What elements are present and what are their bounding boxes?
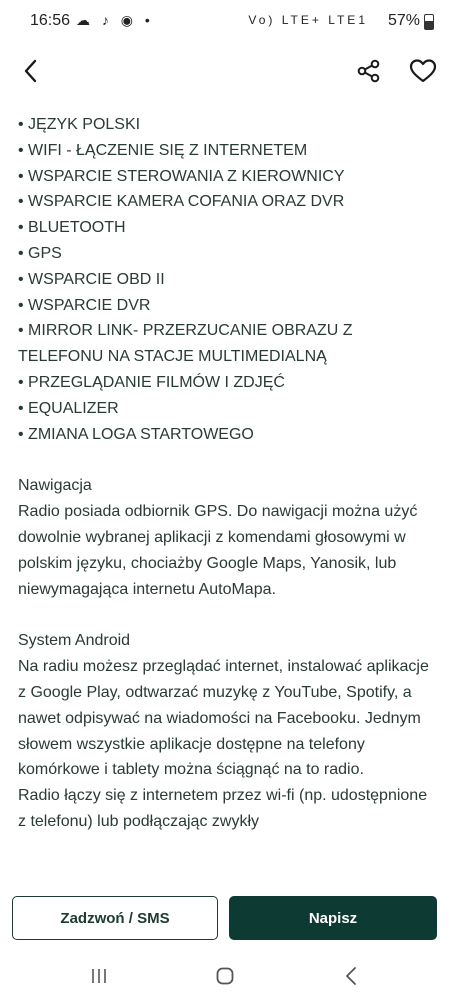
list-item: JĘZYK POLSKI	[18, 112, 438, 138]
battery-percentage: 57%	[387, 12, 420, 29]
system-back-button[interactable]	[336, 964, 366, 988]
share-button[interactable]	[352, 54, 386, 88]
system-navigation-bar	[0, 950, 450, 1000]
list-item: WSPARCIE KAMERA COFANIA ORAZ DVR	[18, 189, 438, 215]
navigation-section: Nawigacja Radio posiada odbiornik GPS. D…	[18, 473, 438, 602]
list-item: ZMIANA LOGA STARTOWEGO	[18, 422, 438, 448]
home-button[interactable]	[210, 964, 240, 988]
android-heading: System Android	[18, 632, 131, 650]
navigation-heading: Nawigacja	[18, 477, 92, 495]
battery-icon	[424, 14, 434, 30]
list-item: WSPARCIE STEROWANIA Z KIEROWNICY	[18, 164, 438, 190]
listing-description: JĘZYK POLSKI WIFI - ŁĄCZENIE SIĘ Z INTER…	[18, 112, 438, 890]
list-item: PRZEGLĄDANIE FILMÓW I ZDJĘĆ	[18, 370, 438, 396]
feature-list: JĘZYK POLSKI WIFI - ŁĄCZENIE SIĘ Z INTER…	[18, 112, 438, 447]
android-text: Na radiu możesz przeglądać internet, ins…	[18, 658, 429, 779]
list-item: WSPARCIE DVR	[18, 293, 438, 319]
share-icon	[357, 59, 380, 83]
recent-apps-icon	[92, 969, 106, 983]
call-sms-button[interactable]: Zadzwoń / SMS	[12, 896, 218, 940]
signal-indicators: Vo) LTE+ LTE1	[248, 13, 368, 27]
list-item: MIRROR LINK- PRZERZUCANIE OBRAZU Z TELEF…	[18, 318, 438, 370]
favorite-button[interactable]	[406, 54, 440, 88]
contact-actions: Zadzwoń / SMS Napisz	[0, 894, 450, 950]
list-item: WSPARCIE OBD II	[18, 267, 438, 293]
status-time: 16:56	[30, 12, 71, 29]
list-item: WIFI - ŁĄCZENIE SIĘ Z INTERNETEM	[18, 138, 438, 164]
list-item: GPS	[18, 241, 438, 267]
back-button[interactable]	[14, 54, 48, 88]
top-app-bar	[0, 48, 450, 92]
write-message-button[interactable]: Napisz	[229, 896, 437, 940]
back-arrow-icon	[346, 967, 356, 985]
home-icon	[216, 967, 234, 985]
chevron-left-icon	[24, 59, 37, 83]
heart-outline-icon	[409, 59, 437, 83]
status-bar: 16:56 ☁ ♪ ◉ • Vo) LTE+ LTE1 57%	[0, 0, 450, 44]
navigation-text: Radio posiada odbiornik GPS. Do nawigacj…	[18, 503, 418, 598]
android-section: System Android Na radiu możesz przegląda…	[18, 628, 438, 834]
list-item: EQUALIZER	[18, 396, 438, 422]
recent-apps-button[interactable]	[84, 964, 114, 988]
list-item: BLUETOOTH	[18, 215, 438, 241]
notification-icons: ☁ ♪ ◉ •	[76, 12, 154, 28]
android-text-continued: Radio łączy się z internetem przez wi-fi…	[18, 787, 428, 830]
